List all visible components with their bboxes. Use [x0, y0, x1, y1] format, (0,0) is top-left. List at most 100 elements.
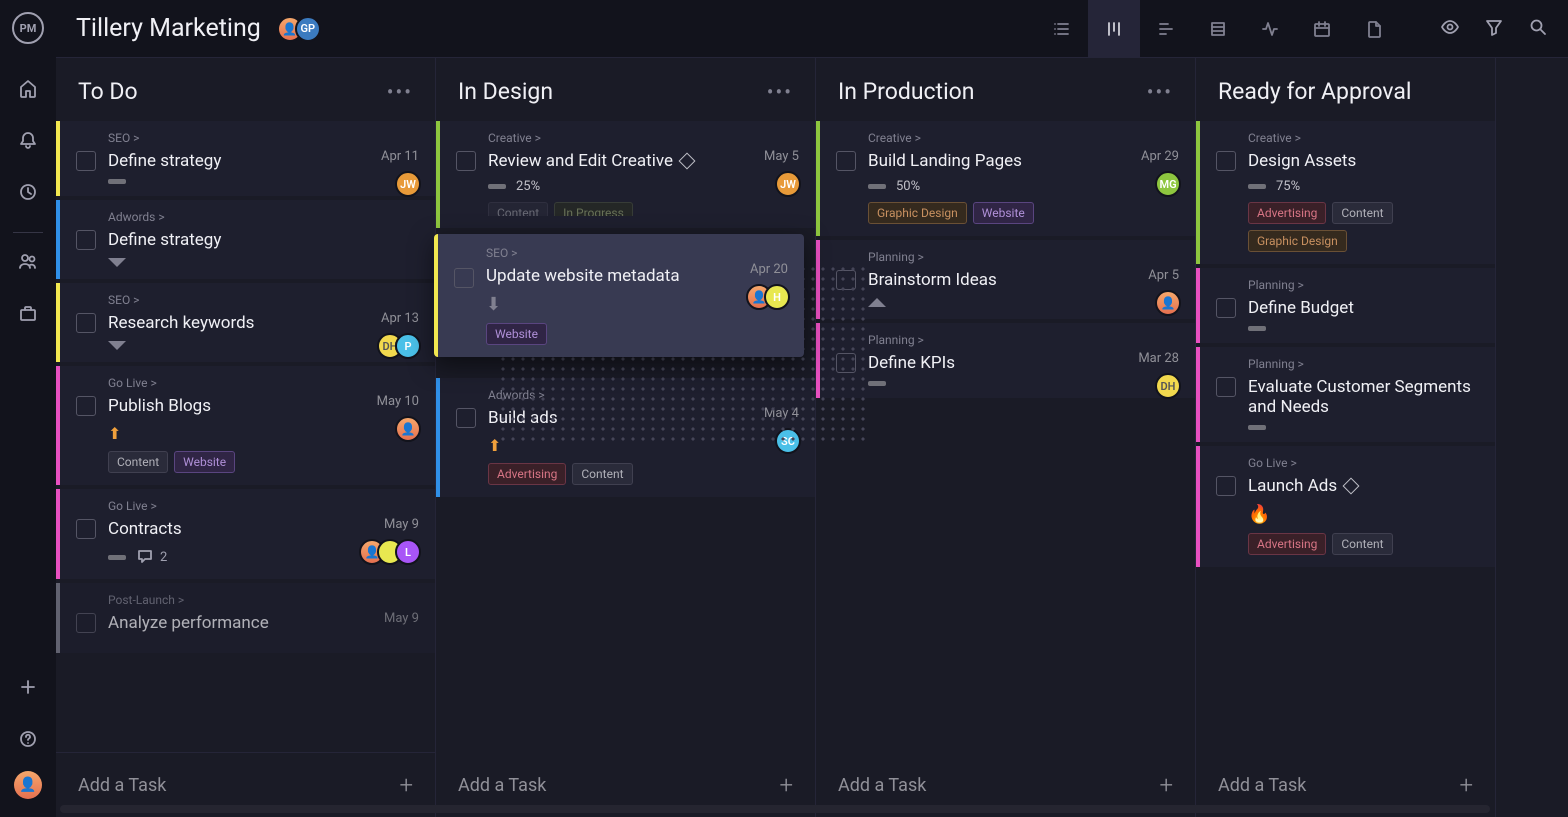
task-card[interactable]: Post-Launch >Analyze performanceMay 9	[56, 583, 435, 653]
view-sheet[interactable]	[1192, 0, 1244, 58]
task-assignees[interactable]: DHP	[377, 333, 421, 359]
task-title[interactable]: Define strategy	[108, 151, 419, 171]
tag[interactable]: Website	[973, 202, 1034, 224]
task-comments[interactable]: 2	[136, 547, 167, 567]
tag[interactable]: Website	[174, 451, 235, 473]
column-menu[interactable]: •••	[767, 80, 793, 104]
avatar[interactable]: JW	[775, 171, 801, 197]
tag[interactable]: Content	[1332, 533, 1392, 555]
tag[interactable]: Advertising	[488, 463, 566, 485]
task-title[interactable]: Research keywords	[108, 313, 419, 333]
task-assignees[interactable]	[395, 416, 421, 442]
project-members[interactable]: GP	[277, 16, 321, 42]
task-checkbox[interactable]	[456, 408, 476, 428]
task-card[interactable]: Creative >Review and Edit Creative25%Con…	[436, 121, 815, 228]
task-category[interactable]: Planning >	[868, 250, 1179, 264]
avatar[interactable]: H	[764, 284, 790, 310]
nav-recent[interactable]	[8, 172, 48, 212]
task-category[interactable]: Creative >	[1248, 131, 1479, 145]
task-category[interactable]: Creative >	[488, 131, 799, 145]
task-assignees[interactable]	[1155, 290, 1181, 316]
app-logo[interactable]: PM	[12, 12, 44, 44]
avatar[interactable]: DH	[1155, 373, 1181, 399]
column-title[interactable]: To Do	[78, 78, 138, 105]
action-watch[interactable]	[1440, 17, 1460, 41]
task-card[interactable]: Planning > Define Budget	[1196, 268, 1495, 343]
task-checkbox[interactable]	[836, 151, 856, 171]
column-menu[interactable]: •••	[1147, 80, 1173, 104]
task-assignees[interactable]: L	[359, 539, 421, 565]
avatar[interactable]: MG	[1155, 171, 1181, 197]
avatar[interactable]: JW	[395, 171, 421, 197]
task-title[interactable]: Analyze performance	[108, 613, 419, 633]
task-title[interactable]: Publish Blogs	[108, 396, 419, 416]
nav-add[interactable]	[8, 667, 48, 707]
tag[interactable]: Content	[108, 451, 168, 473]
task-category[interactable]: Go Live >	[108, 376, 419, 390]
dragging-card[interactable]: SEO > Update website metadata ⬇ Website …	[434, 234, 804, 357]
task-category[interactable]: Planning >	[1248, 278, 1479, 292]
task-title[interactable]: Brainstorm Ideas	[868, 270, 1179, 290]
tag[interactable]: Website	[486, 323, 547, 345]
task-card[interactable]: Planning >Define KPIsMar 28DH	[816, 323, 1195, 398]
task-category[interactable]: Planning >	[868, 333, 1179, 347]
task-assignees[interactable]: JW	[775, 171, 801, 197]
view-list[interactable]	[1036, 0, 1088, 58]
column-menu[interactable]: •••	[387, 80, 413, 104]
view-calendar[interactable]	[1296, 0, 1348, 58]
view-board[interactable]	[1088, 0, 1140, 58]
avatar[interactable]: P	[395, 333, 421, 359]
task-category[interactable]: Post-Launch >	[108, 593, 419, 607]
task-assignees[interactable]: H	[746, 284, 790, 310]
task-assignees[interactable]: DH	[1155, 373, 1181, 399]
task-checkbox[interactable]	[1216, 476, 1236, 496]
task-card[interactable]: SEO >Research keywordsApr 13DHP	[56, 283, 435, 362]
task-title[interactable]: Review and Edit Creative	[488, 151, 799, 171]
task-title[interactable]: Update website metadata	[486, 266, 788, 286]
task-category[interactable]: Adwords >	[108, 210, 419, 224]
nav-user-avatar[interactable]	[14, 771, 42, 799]
nav-team[interactable]	[8, 241, 48, 281]
tag[interactable]: In Progress	[554, 202, 633, 216]
task-checkbox[interactable]	[1216, 298, 1236, 318]
task-title[interactable]: Launch Ads	[1248, 476, 1479, 496]
task-card[interactable]: Creative >Design Assets75%AdvertisingCon…	[1196, 121, 1495, 264]
nav-portfolio[interactable]	[8, 293, 48, 333]
task-title[interactable]: Define strategy	[108, 230, 419, 250]
action-search[interactable]	[1528, 17, 1548, 41]
view-files[interactable]	[1348, 0, 1400, 58]
project-title[interactable]: Tillery Marketing	[76, 14, 261, 43]
tag[interactable]: Advertising	[1248, 533, 1326, 555]
task-title[interactable]: Design Assets	[1248, 151, 1479, 171]
task-card[interactable]: SEO >Define strategyApr 11JW	[56, 121, 435, 196]
task-title[interactable]: Define KPIs	[868, 353, 1179, 373]
task-assignees[interactable]: JW	[395, 171, 421, 197]
tag[interactable]: Advertising	[1248, 202, 1326, 224]
task-category[interactable]: Go Live >	[108, 499, 419, 513]
column-title[interactable]: In Design	[458, 78, 553, 105]
task-category[interactable]: SEO >	[486, 246, 788, 260]
avatar[interactable]	[1155, 290, 1181, 316]
task-card[interactable]: Go Live >Publish Blogs⬆ContentWebsiteMay…	[56, 366, 435, 485]
nav-home[interactable]	[8, 68, 48, 108]
task-checkbox[interactable]	[76, 396, 96, 416]
nav-notifications[interactable]	[8, 120, 48, 160]
task-title[interactable]: Define Budget	[1248, 298, 1479, 318]
task-card[interactable]: Adwords > Define strategy	[56, 200, 435, 279]
task-checkbox[interactable]	[1216, 377, 1236, 397]
task-card[interactable]: Go Live >Launch Ads🔥AdvertisingContent	[1196, 446, 1495, 567]
avatar[interactable]: L	[395, 539, 421, 565]
task-card[interactable]: Planning >Brainstorm IdeasApr 5	[816, 240, 1195, 319]
task-checkbox[interactable]	[454, 268, 474, 288]
horizontal-scrollbar[interactable]	[60, 805, 1490, 813]
task-checkbox[interactable]	[76, 151, 96, 171]
task-category[interactable]: Planning >	[1248, 357, 1479, 371]
task-checkbox[interactable]	[76, 613, 96, 633]
task-checkbox[interactable]	[1216, 151, 1236, 171]
task-card[interactable]: Creative >Build Landing Pages50%Graphic …	[816, 121, 1195, 236]
task-category[interactable]: SEO >	[108, 131, 419, 145]
view-gantt[interactable]	[1140, 0, 1192, 58]
task-category[interactable]: Go Live >	[1248, 456, 1479, 470]
avatar[interactable]	[395, 416, 421, 442]
tag[interactable]: Content	[1332, 202, 1392, 224]
